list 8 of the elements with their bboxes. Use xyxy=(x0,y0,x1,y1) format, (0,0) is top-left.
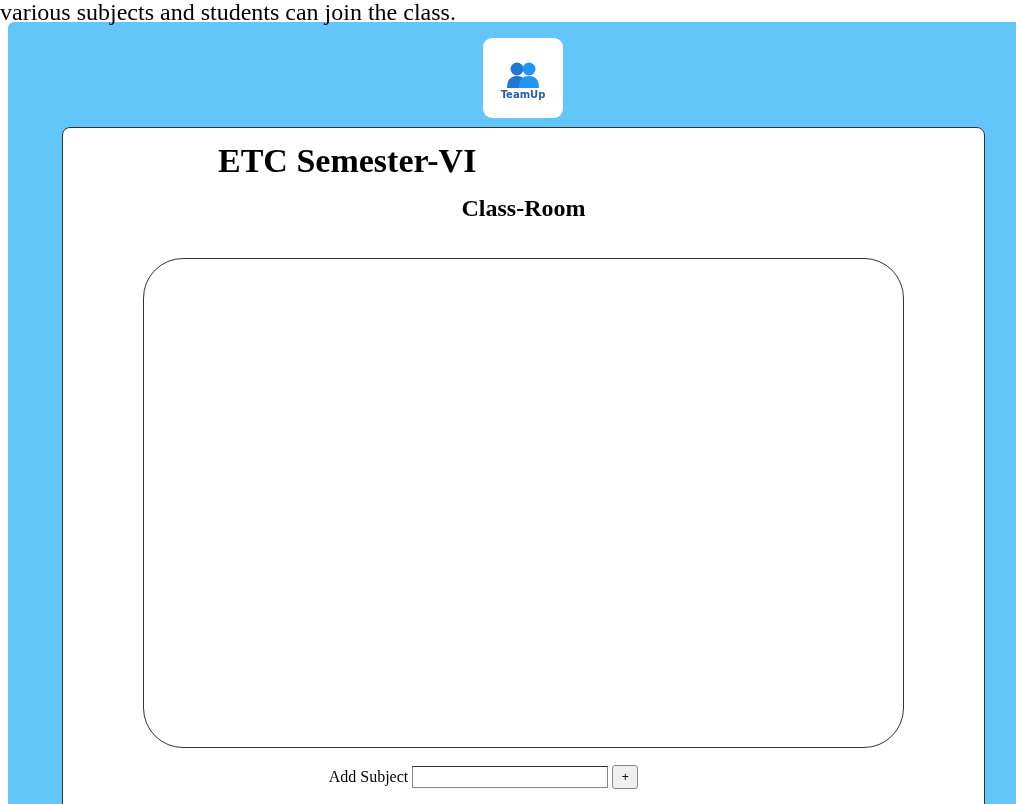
section-heading: Class-Room xyxy=(461,194,586,222)
logo-text: TeamUp xyxy=(500,89,546,101)
field-label: Add Subject xyxy=(328,768,409,786)
intro-text: various subjects and students can join the class. xyxy=(0,0,457,24)
add-button[interactable]: + xyxy=(612,765,639,789)
people-icon xyxy=(506,61,540,89)
subject-field[interactable] xyxy=(412,766,609,788)
class-title: ETC Semester-VI xyxy=(218,142,477,180)
